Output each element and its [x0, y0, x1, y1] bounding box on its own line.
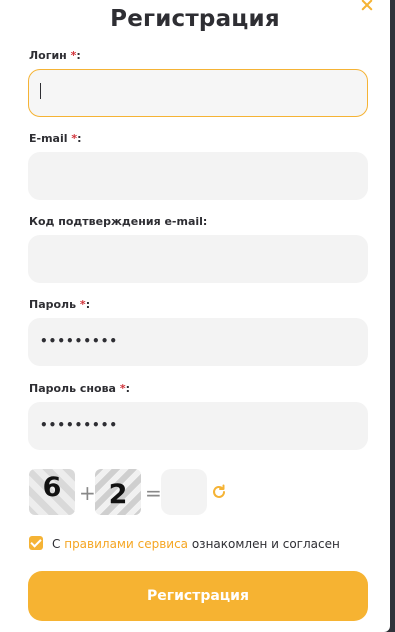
- email-code-input[interactable]: [28, 235, 368, 283]
- backdrop-edge: [390, 0, 395, 632]
- password-repeat-label: Пароль снова *:: [29, 382, 130, 395]
- captcha-digit-a: 6: [42, 472, 62, 503]
- email-label: E-mail *:: [29, 132, 82, 145]
- login-label: Логин *:: [29, 49, 81, 62]
- captcha-operator: +: [79, 481, 96, 505]
- login-input[interactable]: [28, 69, 368, 117]
- agreement-checkbox[interactable]: [29, 536, 43, 550]
- modal-title: Регистрация: [110, 6, 280, 32]
- captcha-answer-input[interactable]: [161, 469, 207, 515]
- captcha-image-b: 2: [95, 469, 141, 515]
- captcha-image-a: 6: [29, 469, 75, 515]
- service-rules-link[interactable]: правилами сервиса: [64, 537, 188, 551]
- refresh-icon[interactable]: [211, 484, 227, 500]
- password-label: Пароль *:: [29, 298, 91, 311]
- captcha-equals: =: [145, 481, 162, 505]
- register-button[interactable]: Регистрация: [28, 571, 368, 621]
- email-code-label: Код подтверждения e-mail:: [29, 215, 208, 228]
- captcha-digit-b: 2: [108, 479, 128, 510]
- email-input[interactable]: [28, 152, 368, 200]
- password-repeat-masked-value: •••••••••: [40, 418, 119, 432]
- agreement-text: С правилами сервиса ознакомлен и согласе…: [52, 537, 340, 551]
- password-masked-value: •••••••••: [40, 334, 119, 348]
- text-caret: [40, 83, 41, 99]
- registration-modal: Регистрация Логин *: E-mail *: Код подтв…: [0, 0, 390, 632]
